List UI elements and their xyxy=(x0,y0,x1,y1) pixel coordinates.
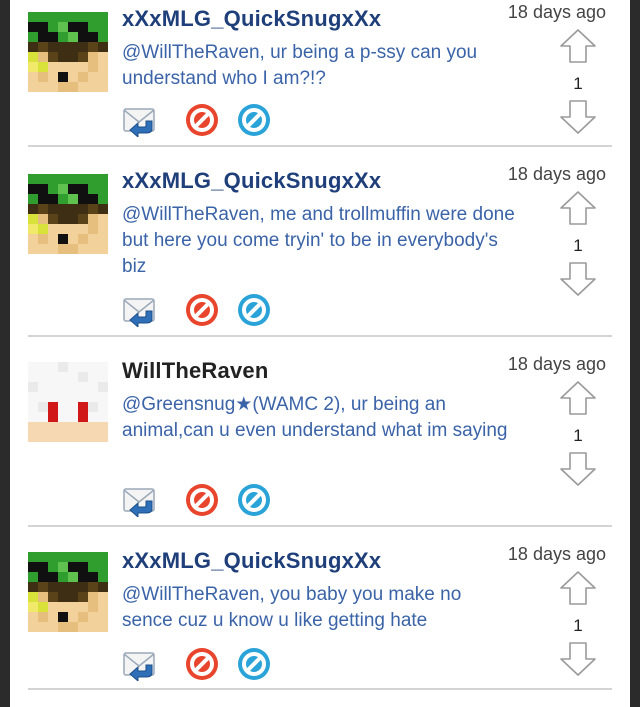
downvote-arrow-icon[interactable] xyxy=(558,451,598,492)
vote-control: 1 xyxy=(558,28,598,140)
comment-body: @WillTheRaven, you baby you make no senc… xyxy=(122,584,462,631)
block-icon[interactable] xyxy=(236,102,272,138)
report-prohibited-icon[interactable] xyxy=(184,646,220,682)
comment-item: WillTheRaven 18 days ago @Greensnug★(WAM… xyxy=(10,352,630,528)
comment-body: @WillTheRaven, ur being a p-ssy can you … xyxy=(122,42,478,89)
comment-body: @Greensnug★(WAMC 2), ur being an animal,… xyxy=(122,394,508,441)
divider xyxy=(28,688,612,690)
block-icon[interactable] xyxy=(236,646,272,682)
divider xyxy=(28,145,612,147)
comment-item: xXxMLG_QuickSnugxXx 18 days ago @WillThe… xyxy=(10,542,630,692)
avatar[interactable] xyxy=(28,552,108,632)
vote-count: 1 xyxy=(573,74,583,93)
comment-item: xXxMLG_QuickSnugxXx 18 days ago @WillThe… xyxy=(10,162,630,338)
reply-mail-icon[interactable] xyxy=(122,482,158,518)
vote-control: 1 xyxy=(558,570,598,682)
reply-mail-icon[interactable] xyxy=(122,292,158,328)
vote-control: 1 xyxy=(558,380,598,492)
vote-count: 1 xyxy=(573,616,583,635)
divider xyxy=(28,525,612,527)
comment-author[interactable]: xXxMLG_QuickSnugxXx xyxy=(122,168,381,194)
report-prohibited-icon[interactable] xyxy=(184,292,220,328)
reply-mail-icon[interactable] xyxy=(122,646,158,682)
upvote-arrow-icon[interactable] xyxy=(558,380,598,421)
report-prohibited-icon[interactable] xyxy=(184,482,220,518)
comment-timestamp: 18 days ago xyxy=(507,164,606,184)
vote-control: 1 xyxy=(558,190,598,302)
upvote-arrow-icon[interactable] xyxy=(558,570,598,611)
downvote-arrow-icon[interactable] xyxy=(558,261,598,302)
avatar[interactable] xyxy=(28,12,108,92)
downvote-arrow-icon[interactable] xyxy=(558,99,598,140)
block-icon[interactable] xyxy=(236,292,272,328)
upvote-arrow-icon[interactable] xyxy=(558,190,598,231)
block-icon[interactable] xyxy=(236,482,272,518)
vote-count: 1 xyxy=(573,426,583,445)
divider xyxy=(28,335,612,337)
comment-author[interactable]: xXxMLG_QuickSnugxXx xyxy=(122,548,381,574)
upvote-arrow-icon[interactable] xyxy=(558,28,598,69)
downvote-arrow-icon[interactable] xyxy=(558,641,598,682)
comment-item: xXxMLG_QuickSnugxXx 18 days ago @WillThe… xyxy=(10,0,630,148)
comment-timestamp: 18 days ago xyxy=(507,354,606,374)
comment-timestamp: 18 days ago xyxy=(507,2,606,22)
comment-author[interactable]: xXxMLG_QuickSnugxXx xyxy=(122,6,381,32)
reply-mail-icon[interactable] xyxy=(122,102,158,138)
avatar[interactable] xyxy=(28,174,108,254)
comment-timestamp: 18 days ago xyxy=(507,544,606,564)
vote-count: 1 xyxy=(573,236,583,255)
avatar[interactable] xyxy=(28,362,108,442)
comment-author[interactable]: WillTheRaven xyxy=(122,358,268,384)
comments-panel: xXxMLG_QuickSnugxXx 18 days ago @WillThe… xyxy=(10,0,630,707)
report-prohibited-icon[interactable] xyxy=(184,102,220,138)
comment-body: @WillTheRaven, me and trollmuffin were d… xyxy=(122,204,515,277)
